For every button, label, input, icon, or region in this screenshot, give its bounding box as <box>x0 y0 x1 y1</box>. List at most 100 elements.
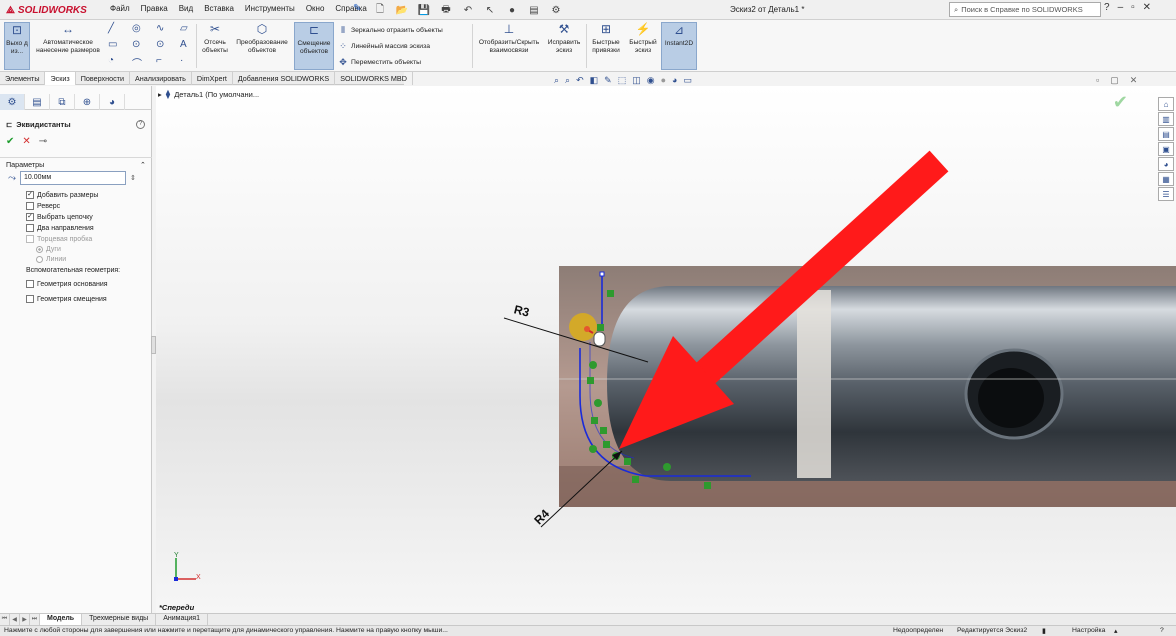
display-relations-button[interactable]: ⊥ Отобразить/Скрыть взаимосвязи <box>474 22 544 70</box>
plane-icon[interactable]: ▱ <box>180 23 188 34</box>
save-icon[interactable]: 💾 <box>416 2 432 18</box>
sketch-endpoint[interactable] <box>599 271 605 277</box>
repair-sketch-button[interactable]: ⚒ Исправить эскиз <box>546 22 582 70</box>
offset-entities-button[interactable]: ⊏ Смещение объектов <box>294 22 334 70</box>
text-icon[interactable]: A <box>180 39 187 50</box>
help-icon[interactable]: ? <box>136 120 145 129</box>
add-dimensions-option[interactable]: ✓ Добавить размеры <box>26 191 98 199</box>
offset-distance-input[interactable]: 10.00мм <box>20 171 126 185</box>
offset-geometry-option[interactable]: Геометрия смещения <box>26 295 107 303</box>
tab-animation[interactable]: Анимация1 <box>156 614 208 625</box>
bidirectional-option[interactable]: Два направления <box>26 224 94 232</box>
maximize-viewport-icon[interactable]: ▢ <box>1110 75 1119 86</box>
reverse-option[interactable]: Реверс <box>26 202 60 210</box>
view-settings-icon[interactable]: ▭ <box>683 75 692 86</box>
graphics-area[interactable]: ▸ ⧫ Деталь1 (По умолчани... ✔ ✕ ⌂ ▥ ▤ ▣ … <box>156 86 1176 613</box>
reverse-checkbox[interactable] <box>26 202 34 210</box>
first-tab-icon[interactable]: ⏮ <box>0 614 10 625</box>
line-icon[interactable]: ╱ <box>108 23 114 34</box>
last-tab-icon[interactable]: ⏭ <box>30 614 40 625</box>
quick-snaps-button[interactable]: ⊞ Быстрые привязки <box>588 22 624 70</box>
dimxpert-manager-icon[interactable]: ⊕ <box>75 94 100 110</box>
tab-3d-views[interactable]: Трехмерные виды <box>82 614 157 625</box>
rapid-sketch-button[interactable]: ⚡ Быстрый эскиз <box>626 22 660 70</box>
arc-icon[interactable]: ◔ <box>108 55 114 66</box>
select-chain-option[interactable]: ✓ Выбрать цепочку <box>26 213 93 221</box>
display-style-icon[interactable]: ◫ <box>632 75 641 86</box>
close-viewport-icon[interactable]: ✕ <box>1130 75 1138 86</box>
menu-insert[interactable]: Вставка <box>204 4 234 13</box>
tab-sketch[interactable]: Эскиз <box>45 72 76 85</box>
slot-icon[interactable]: ⊙ <box>132 39 140 50</box>
point-icon[interactable]: · <box>180 55 183 66</box>
rebuild-status-icon[interactable]: ▮ <box>1042 627 1046 635</box>
menu-tools[interactable]: Инструменты <box>245 4 295 13</box>
move-entities-button[interactable]: ✥ Переместить объекты <box>338 56 421 68</box>
base-geometry-checkbox[interactable] <box>26 280 34 288</box>
status-help-icon[interactable]: ? <box>1160 627 1164 634</box>
feature-manager-icon[interactable]: ⚙ <box>0 94 25 110</box>
edit-appearance-icon[interactable]: ● <box>661 75 666 86</box>
tab-evaluate[interactable]: Анализировать <box>130 72 192 85</box>
zoom-to-fit-icon[interactable]: ⌕ <box>554 75 559 86</box>
bidirectional-checkbox[interactable] <box>26 224 34 232</box>
menu-window[interactable]: Окно <box>306 4 325 13</box>
tab-features[interactable]: Элементы <box>0 72 46 85</box>
new-icon[interactable]: 🗋 <box>372 2 388 18</box>
select-chain-checkbox[interactable]: ✓ <box>26 213 34 221</box>
pin-menu-icon[interactable]: ✎ <box>353 3 361 14</box>
undo-icon[interactable]: ↶ <box>460 2 476 18</box>
tab-mbd[interactable]: SOLIDWORKS MBD <box>335 72 413 85</box>
status-units[interactable]: Настройка <box>1072 627 1105 634</box>
tab-dimxpert[interactable]: DimXpert <box>192 72 233 85</box>
ok-icon[interactable]: ✔ <box>6 136 14 147</box>
chamfer-icon[interactable]: ⌐ <box>156 55 162 66</box>
help-search-input[interactable]: ⌕ Поиск в Справке по SOLIDWORKS <box>949 2 1101 17</box>
rectangle-icon[interactable]: ▭ <box>108 39 117 50</box>
tab-addins[interactable]: Добавления SOLIDWORKS <box>233 72 336 85</box>
print-icon[interactable]: 🖶 <box>438 2 454 18</box>
previous-view-icon[interactable]: ↶ <box>576 75 584 86</box>
zoom-to-area-icon[interactable]: ⌕ <box>565 75 570 86</box>
menu-help[interactable]: Справка <box>335 4 366 13</box>
options-icon[interactable]: ⚙ <box>548 2 564 18</box>
base-geometry-option[interactable]: Геометрия основания <box>26 280 108 288</box>
cancel-icon[interactable]: ✕ <box>22 136 30 147</box>
prev-tab-icon[interactable]: ◀ <box>10 614 20 625</box>
linear-pattern-button[interactable]: ⁘ Линейный массив эскиза <box>338 40 430 52</box>
view-orientation-icon[interactable]: ⬚ <box>618 75 627 86</box>
spin-arrows-icon[interactable]: ⇕ <box>130 174 136 182</box>
minimize-button[interactable]: – <box>1118 2 1124 13</box>
parameters-section-header[interactable]: Параметры ⌃ <box>0 157 152 169</box>
collapse-icon[interactable]: ⌃ <box>140 160 146 169</box>
next-tab-icon[interactable]: ▶ <box>20 614 30 625</box>
tab-surfaces[interactable]: Поверхности <box>76 72 130 85</box>
display-manager-icon[interactable]: ◕ <box>100 94 125 110</box>
spline-icon[interactable]: ∿ <box>156 23 164 34</box>
help-icon[interactable]: ? <box>1104 2 1110 13</box>
units-dropdown-icon[interactable]: ▴ <box>1114 627 1117 635</box>
dynamic-annotation-icon[interactable]: ✎ <box>604 75 612 86</box>
menu-file[interactable]: Файл <box>110 4 130 13</box>
close-button[interactable]: ✕ <box>1143 2 1151 13</box>
apply-scene-icon[interactable]: ◕ <box>672 75 677 86</box>
solidworks-logo[interactable]: ⟁ SOLIDWORKS <box>6 2 98 18</box>
section-view-icon[interactable]: ◧ <box>590 75 599 86</box>
select-icon[interactable]: ↖ <box>482 2 498 18</box>
offset-geometry-checkbox[interactable] <box>26 295 34 303</box>
restore-viewport-icon[interactable]: ▫ <box>1096 75 1099 86</box>
menu-edit[interactable]: Правка <box>141 4 168 13</box>
configuration-manager-icon[interactable]: ⧉ <box>50 94 75 110</box>
fillet-icon[interactable]: ⌒ <box>132 55 142 70</box>
rebuild-icon[interactable]: ● <box>504 2 520 18</box>
convert-entities-button[interactable]: ⬡ Преобразование объектов <box>233 22 291 70</box>
open-icon[interactable]: 📂 <box>394 2 410 18</box>
restore-button[interactable]: ▫ <box>1131 2 1135 13</box>
instant2d-button[interactable]: ⊿ Instant2D <box>661 22 697 70</box>
polygon-icon[interactable]: ⊙ <box>156 39 164 50</box>
add-dimensions-checkbox[interactable]: ✓ <box>26 191 34 199</box>
hide-show-icon[interactable]: ◉ <box>647 75 655 86</box>
circle-icon[interactable]: ◎ <box>132 23 141 34</box>
pushpin-icon[interactable]: ⊸ <box>39 136 47 147</box>
property-manager-icon[interactable]: ▤ <box>25 94 50 110</box>
